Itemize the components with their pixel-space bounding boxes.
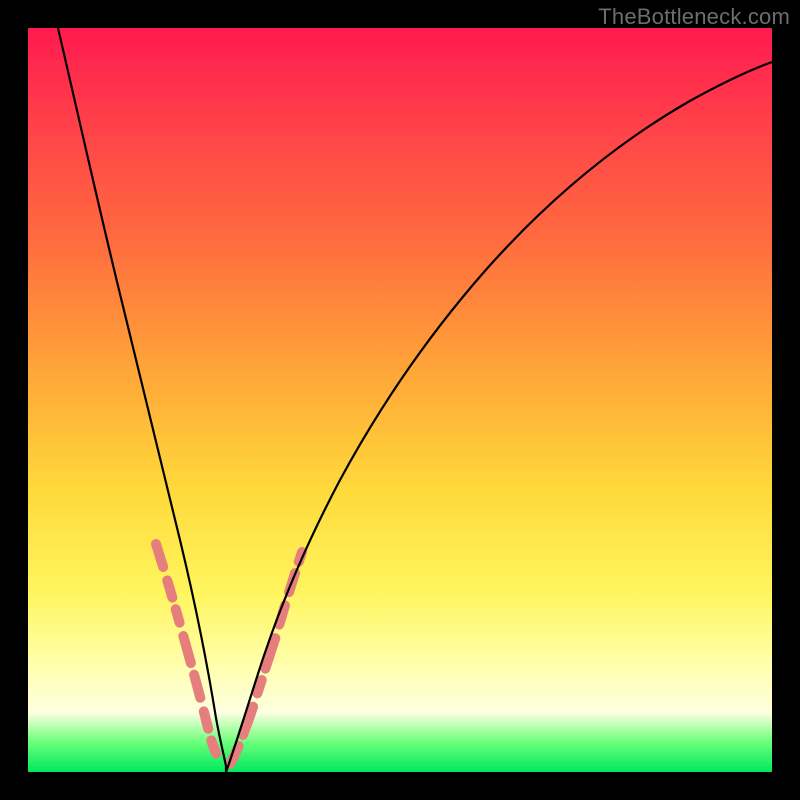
bottleneck-curve-svg — [28, 28, 772, 772]
chart-frame: TheBottleneck.com — [0, 0, 800, 800]
bottleneck-curve — [58, 28, 772, 772]
plot-area — [28, 28, 772, 772]
watermark-text: TheBottleneck.com — [598, 4, 790, 30]
